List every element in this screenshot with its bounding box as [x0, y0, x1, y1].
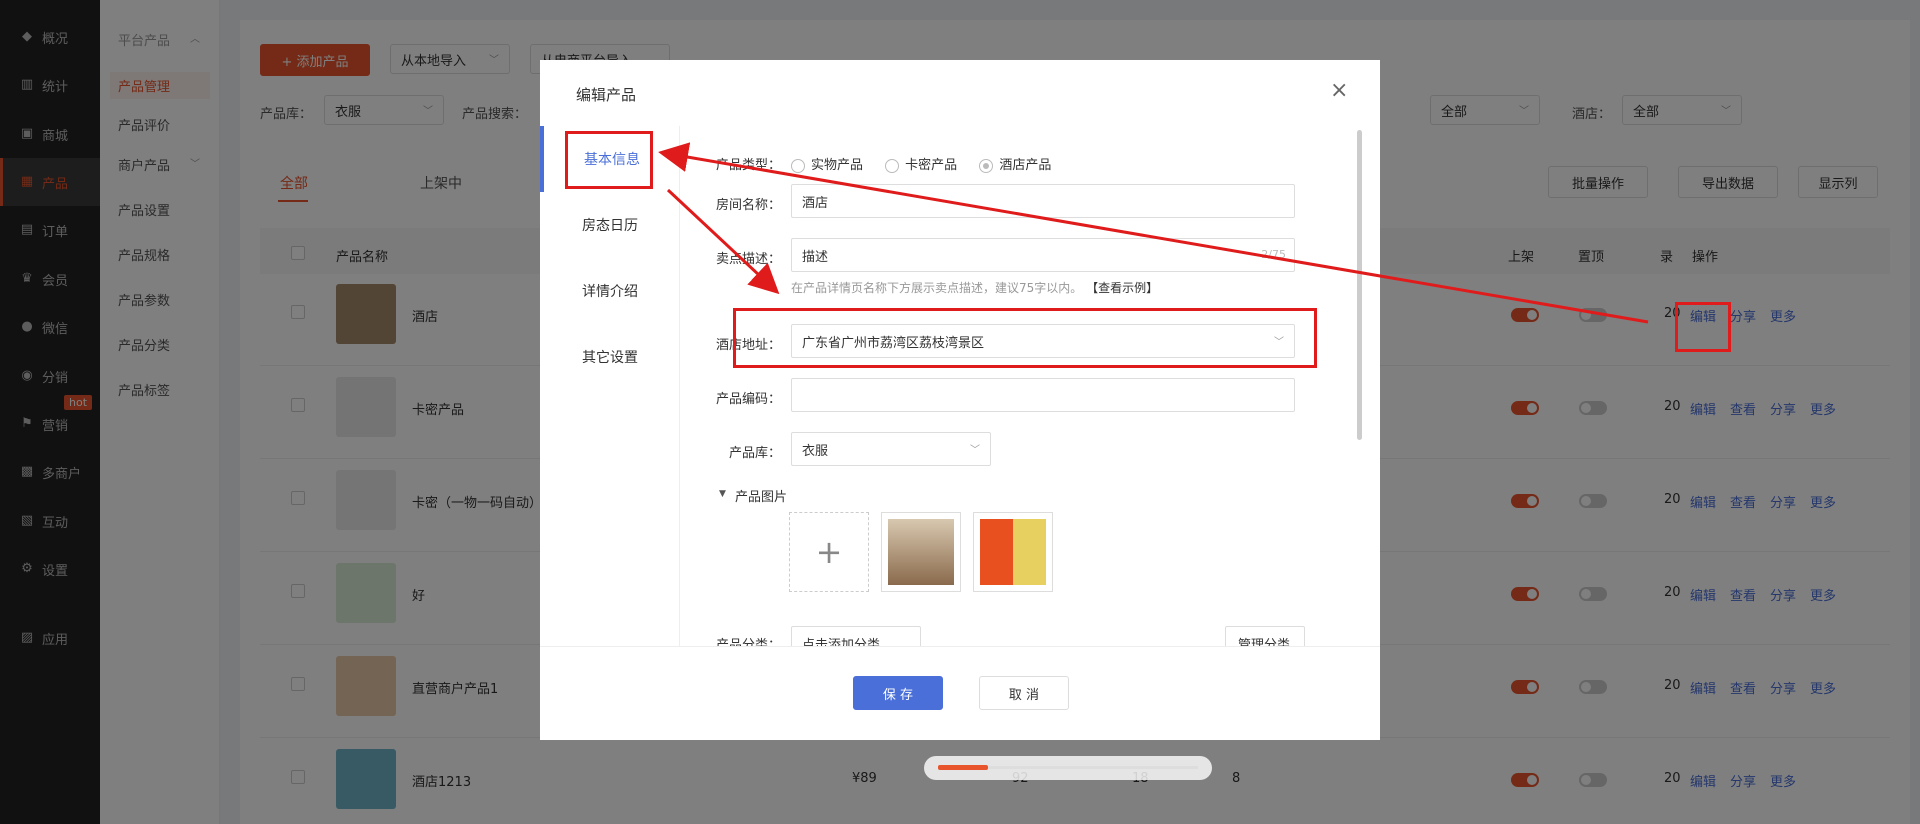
annotation-arrows [658, 142, 1649, 324]
arrow-to-address [666, 188, 780, 295]
arrow-to-basic-info [658, 142, 1649, 324]
